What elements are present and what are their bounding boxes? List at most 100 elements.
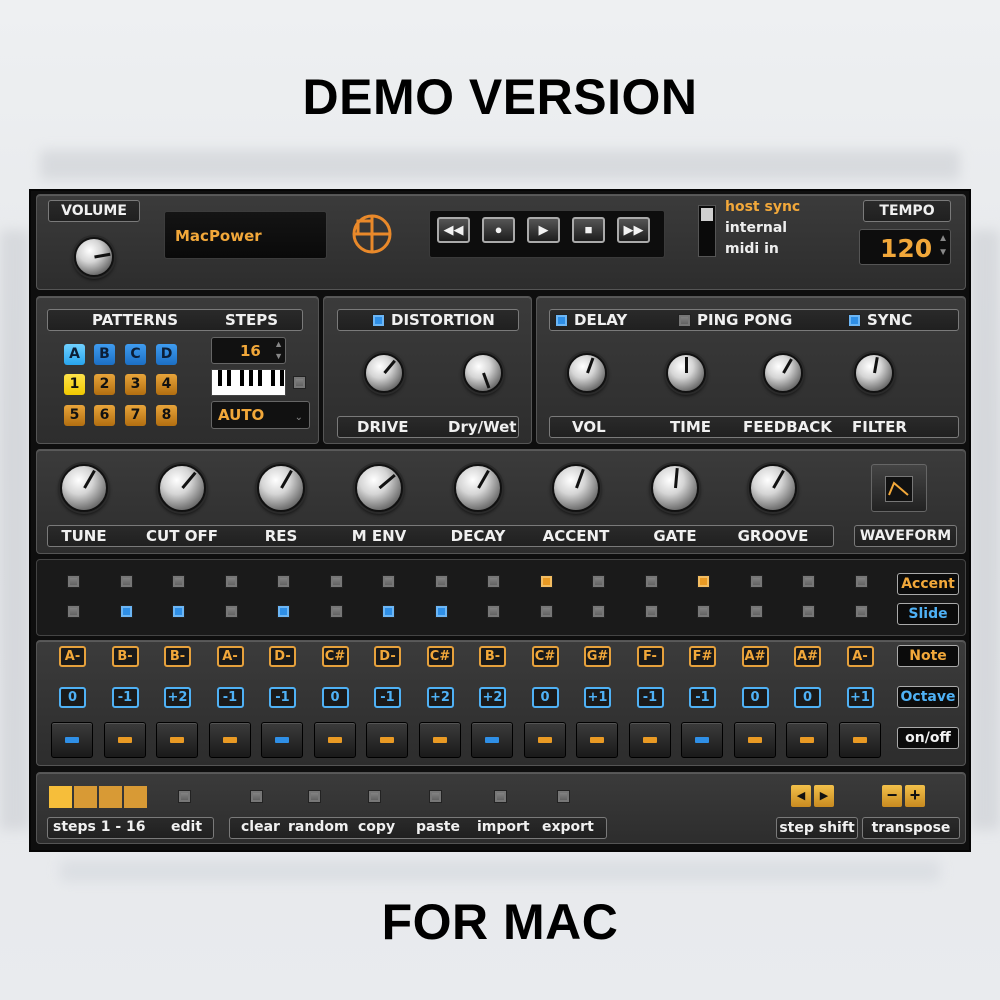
slide-step-8[interactable] [434, 605, 448, 618]
sync-switch[interactable] [698, 205, 716, 257]
gate-knob[interactable] [651, 464, 699, 512]
steps-stepper-icon[interactable]: ▲ ▼ [274, 338, 283, 362]
note-step-16[interactable]: A- [846, 646, 874, 667]
octave-step-15[interactable]: 0 [794, 687, 821, 708]
tempo-display[interactable]: 120 ▲ ▼ [859, 229, 951, 265]
keyboard-toggle[interactable] [293, 376, 306, 389]
page-indicator[interactable] [49, 786, 147, 808]
rewind-button[interactable]: ◀◀ [437, 217, 470, 243]
copy-toggle[interactable] [368, 790, 381, 803]
slide-step-7[interactable] [382, 605, 395, 618]
delay-filter-knob[interactable] [854, 353, 894, 393]
octave-step-7[interactable]: -1 [374, 687, 401, 708]
transpose-label[interactable]: transpose [862, 817, 960, 839]
note-step-7[interactable]: D- [374, 646, 401, 667]
note-step-4[interactable]: A- [216, 646, 244, 667]
onoff-step-5[interactable] [261, 722, 303, 758]
step-shift-left-button[interactable]: ◀ [791, 785, 811, 807]
accent-step-7[interactable] [382, 575, 395, 588]
export-toggle[interactable] [557, 790, 570, 803]
note-step-10[interactable]: C# [531, 646, 559, 667]
octave-step-4[interactable]: -1 [216, 687, 244, 708]
octave-step-14[interactable]: 0 [741, 687, 769, 708]
slide-step-12[interactable] [644, 605, 658, 618]
delay-time-knob[interactable] [666, 353, 706, 393]
note-step-13[interactable]: F# [689, 646, 716, 667]
pattern-number-7[interactable]: 7 [125, 405, 146, 426]
pattern-bank-a[interactable]: A [64, 344, 85, 365]
clear-button[interactable]: clear [241, 819, 280, 835]
delay-toggle[interactable] [555, 314, 568, 327]
pattern-bank-c[interactable]: C [125, 344, 146, 365]
drive-knob[interactable] [364, 353, 404, 393]
paste-toggle[interactable] [429, 790, 442, 803]
octave-step-5[interactable]: -1 [269, 687, 296, 708]
onoff-step-10[interactable] [523, 722, 566, 758]
distortion-toggle[interactable] [372, 314, 385, 327]
note-step-11[interactable]: G# [584, 646, 611, 667]
keyboard-icon[interactable] [211, 369, 286, 396]
note-row-button[interactable]: Note [897, 645, 959, 667]
onoff-step-14[interactable] [733, 722, 776, 758]
slide-step-1[interactable] [67, 605, 80, 618]
slide-step-2[interactable] [119, 605, 133, 618]
m-env-knob[interactable] [355, 464, 403, 512]
octave-step-2[interactable]: -1 [111, 687, 139, 708]
accent-step-11[interactable] [592, 575, 605, 588]
onoff-step-2[interactable] [103, 722, 146, 758]
onoff-step-1[interactable] [51, 722, 93, 758]
random-toggle[interactable] [308, 790, 321, 803]
slide-step-9[interactable] [487, 605, 500, 618]
import-button[interactable]: import [477, 819, 530, 835]
accent-step-6[interactable] [329, 575, 343, 588]
stop-button[interactable]: ■ [572, 217, 605, 243]
pattern-number-5[interactable]: 5 [64, 405, 85, 426]
onoff-step-6[interactable] [313, 722, 356, 758]
octave-step-11[interactable]: +1 [584, 687, 611, 708]
slide-step-13[interactable] [697, 605, 710, 618]
accent-step-8[interactable] [434, 575, 448, 588]
transpose-down-button[interactable]: − [882, 785, 902, 807]
edit-toggle[interactable] [178, 790, 191, 803]
accent-step-10[interactable] [539, 575, 553, 588]
fast-forward-button[interactable]: ▶▶ [617, 217, 650, 243]
octave-step-8[interactable]: +2 [426, 687, 454, 708]
clear-toggle[interactable] [250, 790, 263, 803]
sync-option-internal[interactable]: internal [725, 220, 787, 236]
accent-step-4[interactable] [224, 575, 238, 588]
decay-knob[interactable] [454, 464, 502, 512]
accent-step-9[interactable] [487, 575, 500, 588]
octave-step-3[interactable]: +2 [164, 687, 191, 708]
slide-step-6[interactable] [329, 605, 343, 618]
delay-vol-knob[interactable] [567, 353, 607, 393]
preset-display[interactable]: MacPower [164, 211, 327, 259]
note-step-5[interactable]: D- [269, 646, 296, 667]
import-toggle[interactable] [494, 790, 507, 803]
onoff-step-16[interactable] [838, 722, 881, 758]
pattern-number-8[interactable]: 8 [156, 405, 177, 426]
accent-row-button[interactable]: Accent [897, 573, 959, 595]
pattern-bank-b[interactable]: B [94, 344, 115, 365]
onoff-step-9[interactable] [471, 722, 513, 758]
slide-step-14[interactable] [749, 605, 763, 618]
octave-row-button[interactable]: Octave [897, 686, 959, 708]
onoff-step-4[interactable] [208, 722, 251, 758]
pattern-number-3[interactable]: 3 [125, 374, 146, 395]
accent-step-3[interactable] [172, 575, 185, 588]
pattern-number-4[interactable]: 4 [156, 374, 177, 395]
note-step-3[interactable]: B- [164, 646, 191, 667]
octave-step-16[interactable]: +1 [846, 687, 874, 708]
sync-option-host[interactable]: host sync [725, 199, 800, 215]
tempo-stepper-icon[interactable]: ▲ ▼ [938, 232, 948, 260]
slide-step-15[interactable] [802, 605, 815, 618]
copy-button[interactable]: copy [358, 819, 395, 835]
play-button[interactable]: ▶ [527, 217, 560, 243]
export-button[interactable]: export [542, 819, 594, 835]
waveform-button[interactable] [871, 464, 927, 512]
delay-feedback-knob[interactable] [763, 353, 803, 393]
octave-step-12[interactable]: -1 [636, 687, 664, 708]
note-step-6[interactable]: C# [321, 646, 349, 667]
accent-knob[interactable] [552, 464, 600, 512]
accent-step-15[interactable] [802, 575, 815, 588]
steps-input[interactable]: 16 ▲ ▼ [211, 337, 286, 364]
